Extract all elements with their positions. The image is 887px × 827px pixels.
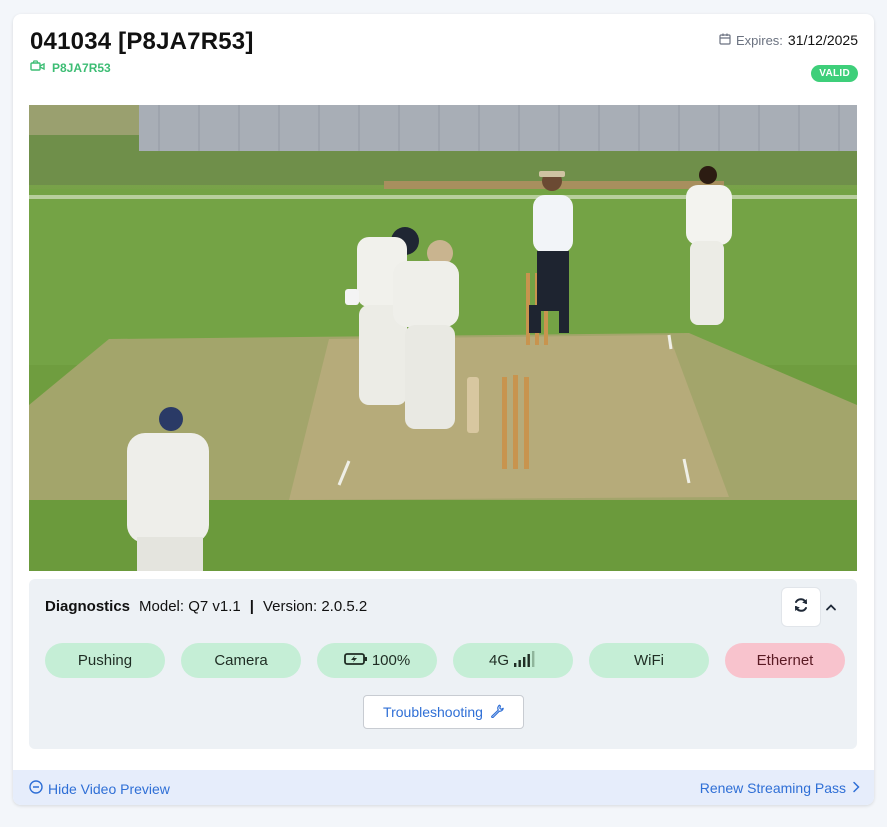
calendar-icon [719,32,731,48]
troubleshooting-button[interactable]: Troubleshooting [363,695,524,729]
pill-label: WiFi [634,652,664,669]
signal-bars-icon [513,650,537,672]
renew-streaming-pass-link[interactable]: Renew Streaming Pass [700,780,860,796]
pill-label: 4G [488,652,509,669]
cricket-match-video-frame [29,105,857,571]
page-title: 041034 [P8JA7R53] [30,28,254,55]
model-info: Model: Q7 v1.1 [139,598,241,615]
status-pills: Pushing Camera 100% 4G WiFi Ethernet [45,643,845,678]
video-preview[interactable] [29,105,857,571]
wrench-icon [490,704,504,721]
pill-wifi: WiFi [589,643,709,678]
pill-pushing: Pushing [45,643,165,678]
diagnostics-header: Diagnostics Model: Q7 v1.1 | Version: 2.… [45,598,367,615]
expiry-info: Expires: 31/12/2025 [719,32,858,48]
pill-battery: 100% [317,643,437,678]
pill-label: Camera [214,652,268,669]
pill-ethernet: Ethernet [725,643,845,678]
battery-charging-icon [343,652,368,670]
device-id-label: P8JA7R53 [52,60,111,75]
camera-icon [30,60,46,75]
device-card: 041034 [P8JA7R53] P8JA7R53 Expires: 31/1… [13,14,874,805]
pill-camera: Camera [181,643,301,678]
minus-circle-icon [29,780,43,797]
expires-value: 31/12/2025 [787,32,858,48]
renew-streaming-pass-label: Renew Streaming Pass [699,780,846,796]
pill-label: Ethernet [756,652,814,669]
refresh-button[interactable] [781,587,821,627]
version-info: Version: 2.0.5.2 [262,598,368,615]
diagnostics-heading: Diagnostics [45,598,131,615]
diagnostics-panel: Diagnostics Model: Q7 v1.1 | Version: 2.… [29,579,857,749]
pill-label: Pushing [77,652,133,669]
troubleshooting-label: Troubleshooting [383,704,483,720]
refresh-icon [793,597,809,618]
chevron-right-icon [852,780,860,796]
expires-label: Expires: [735,32,783,48]
card-footer: Hide Video Preview Renew Streaming Pass [13,770,874,805]
hide-video-preview-link[interactable]: Hide Video Preview [29,780,170,797]
pill-label: 100% [371,652,411,669]
info-separator: | [249,598,254,615]
device-id-subtitle: P8JA7R53 [30,60,111,75]
collapse-button[interactable] [823,597,839,617]
status-badge: VALID [811,65,858,82]
hide-video-preview-label: Hide Video Preview [48,780,170,797]
chevron-up-icon [825,598,837,616]
pill-network: 4G [453,643,573,678]
